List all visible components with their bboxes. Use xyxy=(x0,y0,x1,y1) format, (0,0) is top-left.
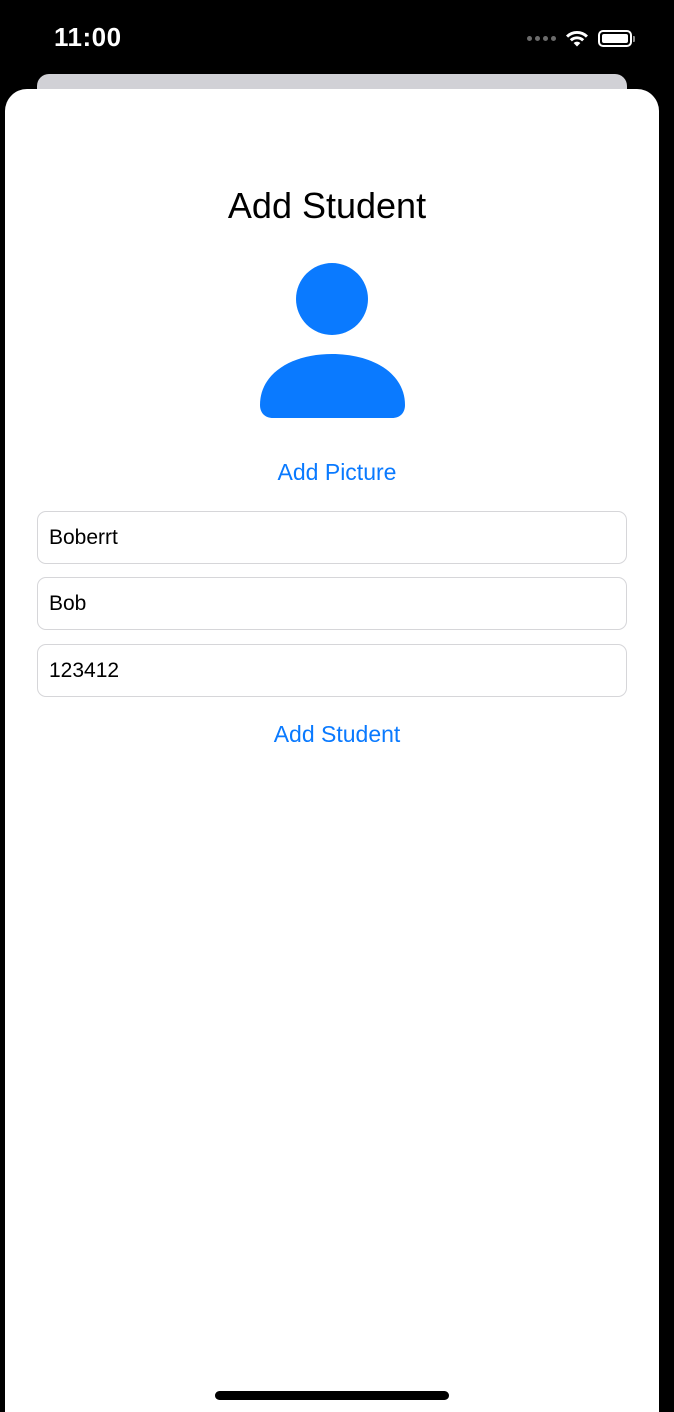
wifi-icon xyxy=(566,30,588,47)
home-indicator[interactable] xyxy=(215,1391,449,1400)
person-icon xyxy=(260,263,405,418)
last-name-field[interactable] xyxy=(37,511,627,564)
add-student-button[interactable]: Add Student xyxy=(0,721,674,748)
status-time: 11:00 xyxy=(54,22,122,52)
page-title: Add Student xyxy=(227,185,427,226)
battery-fill xyxy=(602,33,628,43)
add-picture-button[interactable]: Add Picture xyxy=(0,459,674,486)
status-bar: 11:00 xyxy=(0,0,674,74)
first-name-field[interactable] xyxy=(37,577,627,630)
cellular-dots-icon xyxy=(527,35,556,41)
battery-cap xyxy=(633,35,635,42)
student-id-field[interactable] xyxy=(37,644,627,697)
screen: 11:00 Add Student Add Picture Add Studen… xyxy=(0,0,674,1412)
status-icons xyxy=(527,24,635,52)
battery-icon xyxy=(598,29,635,47)
